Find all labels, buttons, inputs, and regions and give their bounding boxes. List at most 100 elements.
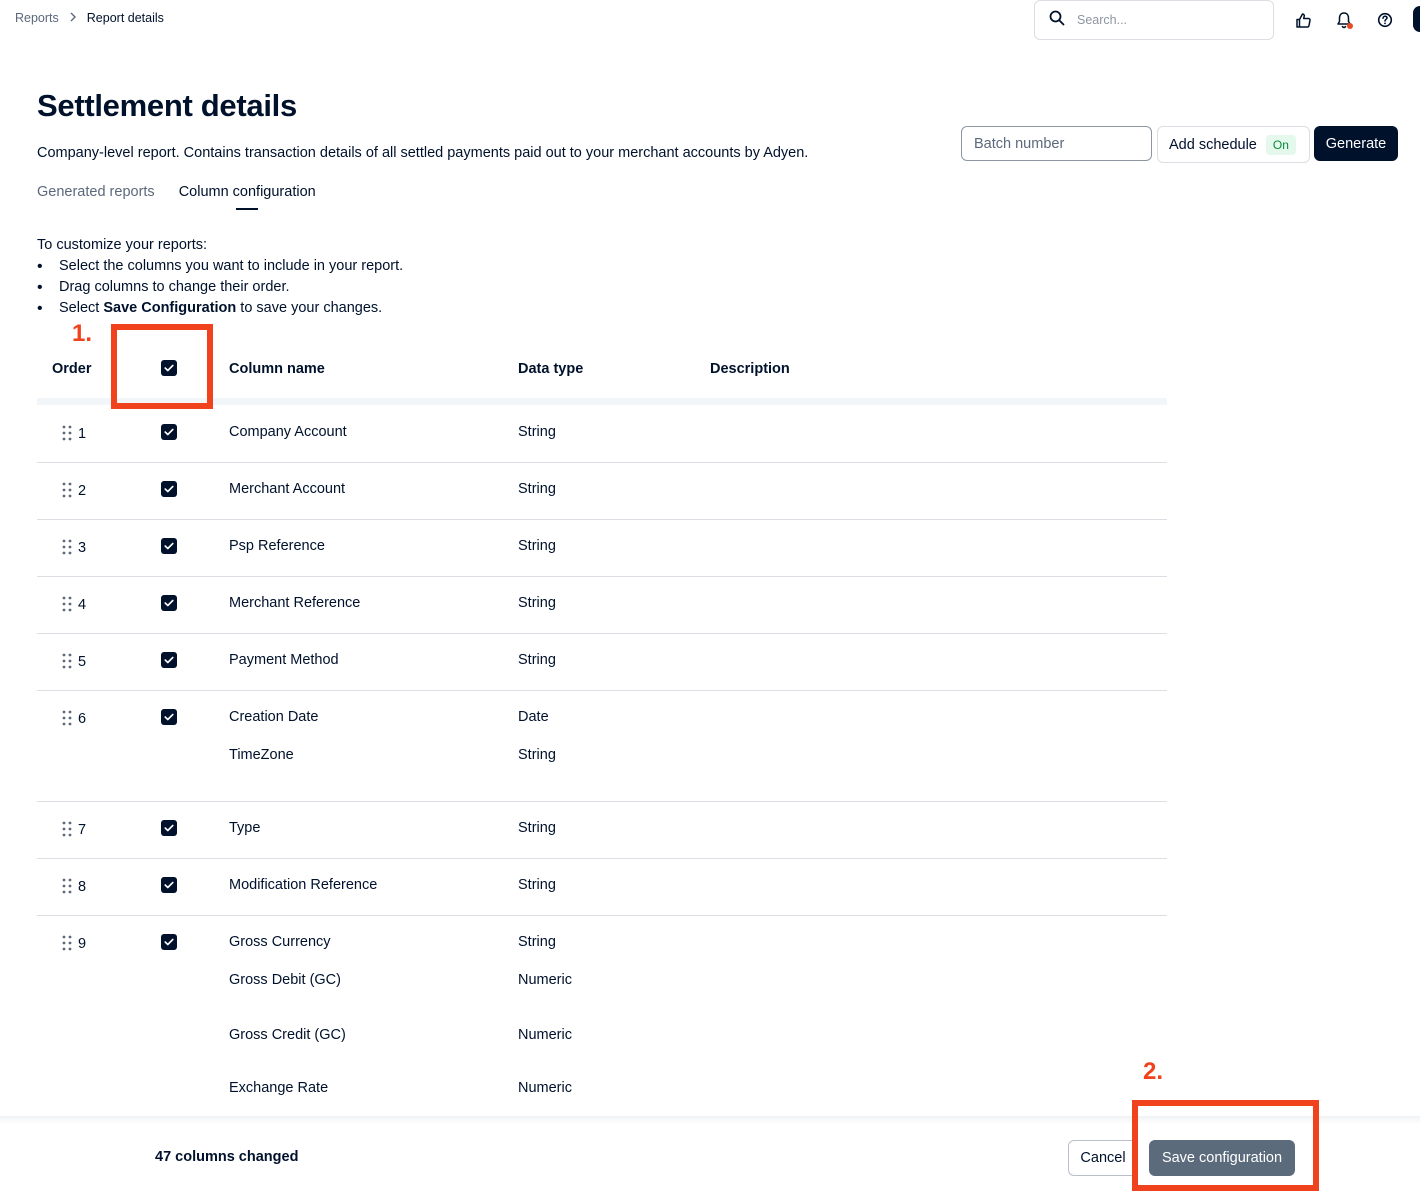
row-column-name: Psp Reference xyxy=(229,538,325,554)
row-column-name: Merchant Reference xyxy=(229,595,361,611)
row-checkbox[interactable] xyxy=(161,424,177,440)
bell-icon[interactable] xyxy=(1334,10,1354,30)
instruction-text: to save your changes. xyxy=(236,300,383,316)
tab-generated-reports[interactable]: Generated reports xyxy=(37,184,155,200)
row-column-name: Type xyxy=(229,820,261,836)
row-column-name: Modification Reference xyxy=(229,877,378,893)
row-checkbox[interactable] xyxy=(161,652,177,668)
thumbs-up-icon[interactable] xyxy=(1293,10,1313,30)
breadcrumb: Reports Report details xyxy=(15,11,164,25)
row-order-number: 9 xyxy=(78,936,87,952)
row-data-type: String xyxy=(518,877,556,893)
header-data-type: Data type xyxy=(518,361,584,377)
avatar[interactable] xyxy=(1413,6,1420,32)
row-divider xyxy=(37,801,1167,802)
row-divider xyxy=(37,462,1167,463)
row-checkbox[interactable] xyxy=(161,877,177,893)
instructions-list: Select the columns you want to include i… xyxy=(37,256,403,319)
drag-handle-icon[interactable] xyxy=(62,539,72,555)
tabs: Generated reports Column configuration xyxy=(37,184,316,200)
instruction-bold-text: Save Configuration xyxy=(103,300,237,316)
row-data-type: String xyxy=(518,595,556,611)
search-input[interactable]: Search... xyxy=(1034,0,1274,40)
row-divider xyxy=(37,519,1167,520)
chevron-right-icon xyxy=(69,11,77,25)
row-data-type: String xyxy=(518,820,556,836)
instruction-item: Select Save Configuration to save your c… xyxy=(37,298,403,319)
cancel-button[interactable]: Cancel xyxy=(1068,1140,1138,1176)
row-order-number: 3 xyxy=(78,540,87,556)
instruction-text: Select xyxy=(59,300,104,316)
header-description: Description xyxy=(710,361,790,377)
annotation-step-2: 2. xyxy=(1143,1058,1164,1085)
batch-number-input[interactable]: Batch number xyxy=(961,126,1152,161)
search-icon xyxy=(1049,10,1065,31)
row-column-name: Gross Currency xyxy=(229,934,331,950)
row-column-name: Company Account xyxy=(229,424,347,440)
annotation-box-save xyxy=(1132,1100,1319,1191)
row-divider xyxy=(37,858,1167,859)
page-description: Company-level report. Contains transacti… xyxy=(37,145,809,161)
drag-handle-icon[interactable] xyxy=(62,596,72,612)
row-divider xyxy=(37,690,1167,691)
drag-handle-icon[interactable] xyxy=(62,821,72,837)
search-placeholder: Search... xyxy=(1077,13,1128,27)
drag-handle-icon[interactable] xyxy=(62,935,72,951)
drag-handle-icon[interactable] xyxy=(62,482,72,498)
row-divider xyxy=(37,915,1167,916)
row-data-type: String xyxy=(518,538,556,554)
header-column-name: Column name xyxy=(229,361,325,377)
drag-handle-icon[interactable] xyxy=(62,653,72,669)
help-icon[interactable] xyxy=(1375,10,1395,30)
subrow-data-type: Numeric xyxy=(518,1080,572,1096)
row-order-number: 5 xyxy=(78,654,87,670)
annotation-step-1: 1. xyxy=(72,320,93,347)
row-order-number: 1 xyxy=(78,426,87,442)
subrow-data-type: Numeric xyxy=(518,972,572,988)
breadcrumb-current: Report details xyxy=(86,11,164,25)
row-checkbox[interactable] xyxy=(161,820,177,836)
page-title: Settlement details xyxy=(37,88,297,123)
row-order-number: 4 xyxy=(78,597,87,613)
header-order: Order xyxy=(52,361,92,377)
row-order-number: 6 xyxy=(78,711,87,727)
row-data-type: String xyxy=(518,652,556,668)
subrow-column-name: Gross Credit (GC) xyxy=(229,1027,346,1043)
row-divider xyxy=(37,576,1167,577)
row-checkbox[interactable] xyxy=(161,934,177,950)
subrow-data-type: Numeric xyxy=(518,1027,572,1043)
subrow-data-type: String xyxy=(518,747,556,763)
row-order-number: 2 xyxy=(78,483,87,499)
add-schedule-label: Add schedule xyxy=(1169,136,1257,153)
drag-handle-icon[interactable] xyxy=(62,425,72,441)
instructions: To customize your reports: Select the co… xyxy=(37,235,403,319)
row-data-type: Date xyxy=(518,709,549,725)
row-checkbox[interactable] xyxy=(161,595,177,611)
schedule-status-badge: On xyxy=(1265,134,1296,155)
columns-changed-text: 47 columns changed xyxy=(155,1149,299,1165)
add-schedule-button[interactable]: Add schedule On xyxy=(1157,126,1310,163)
tab-column-configuration[interactable]: Column configuration xyxy=(179,184,316,200)
row-order-number: 7 xyxy=(78,822,87,838)
row-column-name: Merchant Account xyxy=(229,481,346,497)
row-data-type: String xyxy=(518,934,556,950)
subrow-column-name: TimeZone xyxy=(229,747,294,763)
annotation-box-select-all xyxy=(111,324,213,409)
row-data-type: String xyxy=(518,481,556,497)
generate-button[interactable]: Generate xyxy=(1314,126,1398,161)
row-data-type: String xyxy=(518,424,556,440)
notification-dot xyxy=(1347,23,1353,29)
row-column-name: Creation Date xyxy=(229,709,319,725)
breadcrumb-reports-link[interactable]: Reports xyxy=(15,11,59,25)
row-checkbox[interactable] xyxy=(161,538,177,554)
row-checkbox[interactable] xyxy=(161,481,177,497)
instruction-item: Drag columns to change their order. xyxy=(37,277,403,298)
drag-handle-icon[interactable] xyxy=(62,878,72,894)
row-column-name: Payment Method xyxy=(229,652,339,668)
row-checkbox[interactable] xyxy=(161,709,177,725)
row-divider xyxy=(37,633,1167,634)
drag-handle-icon[interactable] xyxy=(62,710,72,726)
subrow-column-name: Exchange Rate xyxy=(229,1080,329,1096)
instructions-intro: To customize your reports: xyxy=(37,237,208,253)
row-order-number: 8 xyxy=(78,879,87,895)
